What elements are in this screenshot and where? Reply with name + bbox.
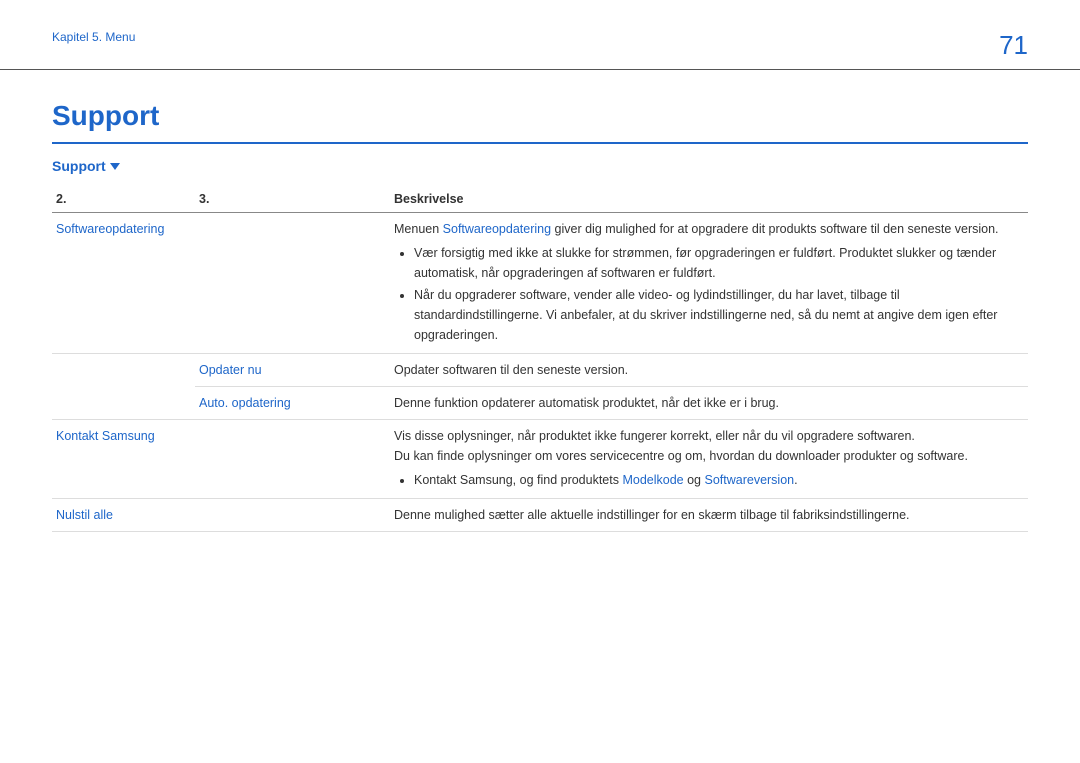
- col-header-3: 3.: [195, 186, 390, 213]
- bullet-list: Kontakt Samsung, og find produktets Mode…: [394, 470, 1024, 490]
- cell-desc: Opdater softwaren til den seneste versio…: [390, 354, 1028, 387]
- desc-text: Kontakt Samsung, og find produktets: [414, 473, 622, 487]
- menu-nulstil-alle: Nulstil alle: [56, 508, 113, 522]
- desc-text: .: [794, 473, 797, 487]
- table-row: Auto. opdatering Denne funktion opdatere…: [52, 387, 1028, 420]
- chapter-label: Kapitel 5. Menu: [52, 30, 135, 44]
- cell-desc: Vis disse oplysninger, når produktet ikk…: [390, 420, 1028, 499]
- bullet-list: Vær forsigtig med ikke at slukke for str…: [394, 243, 1024, 345]
- desc-text: Du kan finde oplysninger om vores servic…: [394, 446, 1024, 466]
- desc-text: Menuen: [394, 222, 443, 236]
- menu-opdater-nu: Opdater nu: [199, 363, 262, 377]
- menu-auto-opdatering: Auto. opdatering: [199, 396, 291, 410]
- triangle-down-icon: [110, 163, 120, 170]
- table-row: Opdater nu Opdater softwaren til den sen…: [52, 354, 1028, 387]
- col-header-2: 2.: [52, 186, 195, 213]
- table-row: Kontakt Samsung Vis disse oplysninger, n…: [52, 420, 1028, 499]
- cell-desc: Denne mulighed sætter alle aktuelle inds…: [390, 499, 1028, 532]
- bullet-item: Kontakt Samsung, og find produktets Mode…: [414, 470, 1024, 490]
- inline-menu-modelkode: Modelkode: [622, 473, 683, 487]
- menu-softwareopdatering: Softwareopdatering: [56, 222, 164, 236]
- page-header: Kapitel 5. Menu 71: [0, 0, 1080, 69]
- desc-text: Vis disse oplysninger, når produktet ikk…: [394, 426, 1024, 446]
- table-header-row: 2. 3. Beskrivelse: [52, 186, 1028, 213]
- desc-text: giver dig mulighed for at opgradere dit …: [551, 222, 998, 236]
- title-underline: [52, 142, 1028, 144]
- bullet-item: Når du opgraderer software, vender alle …: [414, 285, 1024, 345]
- table-row: Softwareopdatering Menuen Softwareopdate…: [52, 213, 1028, 354]
- support-table: 2. 3. Beskrivelse Softwareopdatering Men…: [52, 186, 1028, 532]
- menu-kontakt-samsung: Kontakt Samsung: [56, 429, 155, 443]
- cell-desc: Menuen Softwareopdatering giver dig muli…: [390, 213, 1028, 354]
- desc-text: og: [684, 473, 705, 487]
- table-row: Nulstil alle Denne mulighed sætter alle …: [52, 499, 1028, 532]
- bullet-item: Vær forsigtig med ikke at slukke for str…: [414, 243, 1024, 283]
- content: Support Support 2. 3. Beskrivelse Softwa…: [0, 100, 1080, 532]
- col-header-desc: Beskrivelse: [390, 186, 1028, 213]
- cell-desc: Denne funktion opdaterer automatisk prod…: [390, 387, 1028, 420]
- inline-menu-softwareopdatering: Softwareopdatering: [443, 222, 551, 236]
- subtitle-text: Support: [52, 158, 106, 174]
- inline-menu-softwareversion: Softwareversion: [704, 473, 794, 487]
- header-divider: [0, 69, 1080, 70]
- page: Kapitel 5. Menu 71 Support Support 2. 3.…: [0, 0, 1080, 532]
- page-title: Support: [52, 100, 1028, 132]
- page-number: 71: [999, 30, 1028, 61]
- section-subtitle: Support: [52, 158, 1028, 174]
